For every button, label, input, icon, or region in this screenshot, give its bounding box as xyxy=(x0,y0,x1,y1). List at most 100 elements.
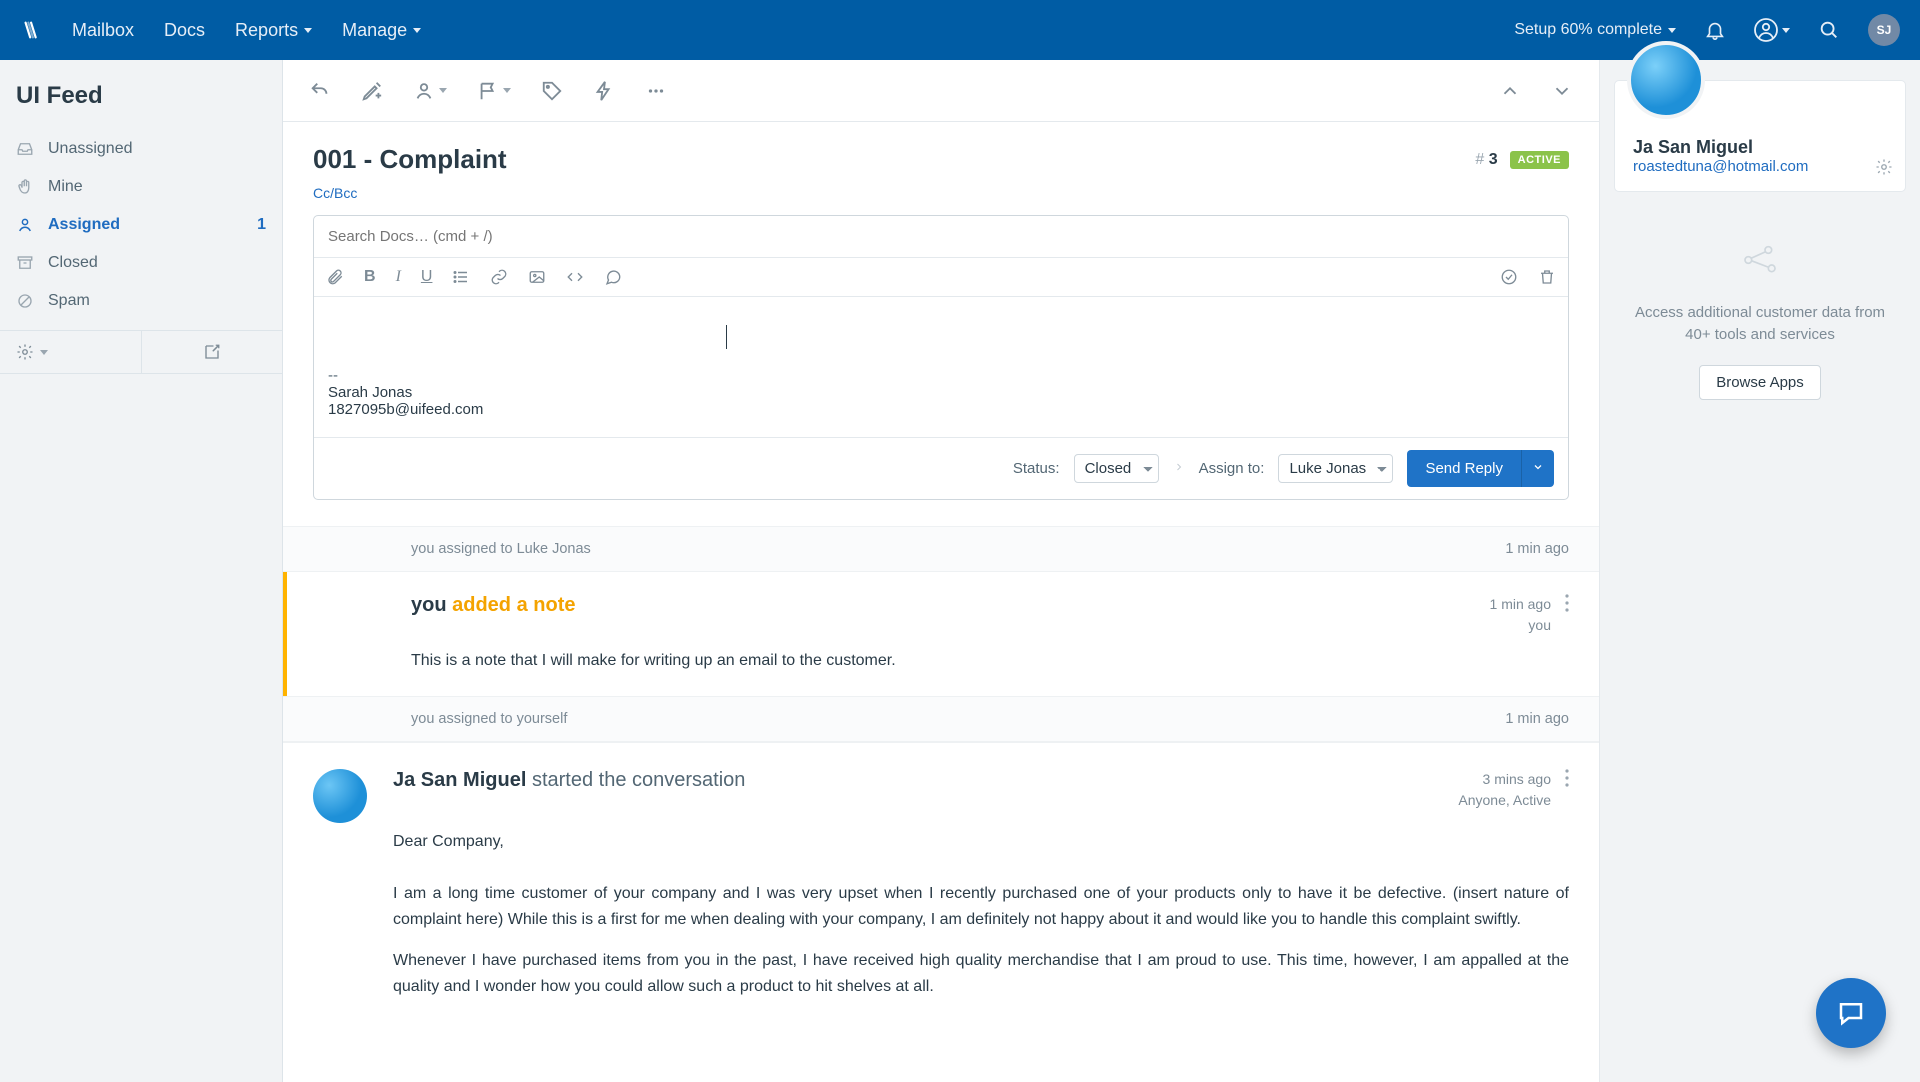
people-icon[interactable] xyxy=(1754,18,1790,42)
flag-icon xyxy=(477,80,499,102)
trash-icon xyxy=(1538,268,1556,286)
sidebar-compose-button[interactable] xyxy=(142,331,283,373)
chevron-down-icon xyxy=(40,350,48,355)
note-menu-button[interactable] xyxy=(1565,594,1569,615)
back-button[interactable] xyxy=(309,80,331,102)
image-button[interactable] xyxy=(528,268,546,286)
docs-search-input[interactable] xyxy=(314,216,1568,257)
integrations-icon xyxy=(1740,242,1780,278)
emoji-button[interactable] xyxy=(604,268,622,286)
discard-button[interactable] xyxy=(1538,268,1556,286)
chevron-up-icon xyxy=(1499,80,1521,102)
message-paragraph: Whenever I have purchased items from you… xyxy=(393,948,1569,999)
hand-icon xyxy=(16,178,34,196)
message-menu-button[interactable] xyxy=(1565,769,1569,811)
status-select[interactable]: Closed xyxy=(1074,454,1159,483)
assign-button[interactable] xyxy=(413,80,447,102)
assign-select[interactable]: Luke Jonas xyxy=(1278,454,1393,483)
top-nav: Mailbox Docs Reports Manage Setup 60% co… xyxy=(0,0,1920,60)
send-reply-menu[interactable] xyxy=(1521,450,1554,487)
note-button[interactable] xyxy=(361,80,383,102)
dots-vertical-icon xyxy=(1565,594,1569,612)
customer-avatar xyxy=(313,769,367,823)
sidebar-item-assigned[interactable]: Assigned 1 xyxy=(0,206,282,244)
gear-icon xyxy=(1875,158,1893,176)
archive-icon xyxy=(16,254,34,272)
link-icon xyxy=(490,268,508,286)
customer-card: Ja San Miguel roastedtuna@hotmail.com xyxy=(1614,80,1906,192)
next-button[interactable] xyxy=(1551,80,1573,102)
nav-manage[interactable]: Manage xyxy=(342,20,421,41)
message-title: Ja San Miguel started the conversation xyxy=(393,769,745,811)
pencil-plus-icon xyxy=(361,80,383,102)
sidebar-settings-button[interactable] xyxy=(0,331,142,373)
activity-row-assigned: you assigned to Luke Jonas 1 min ago xyxy=(283,526,1599,572)
ccbcc-toggle[interactable]: Cc/Bcc xyxy=(313,185,1569,201)
timestamp: 1 min ago xyxy=(1505,711,1569,727)
sidebar-item-unassigned[interactable]: Unassigned xyxy=(0,130,282,168)
user-avatar[interactable]: SJ xyxy=(1868,14,1900,46)
assign-label: Assign to: xyxy=(1199,460,1265,477)
note-title: you added a note xyxy=(411,594,575,617)
sidebar-item-mine[interactable]: Mine xyxy=(0,168,282,206)
message-paragraph: I am a long time customer of your compan… xyxy=(393,881,1569,932)
italic-icon: I xyxy=(396,268,401,286)
paperclip-icon xyxy=(326,268,344,286)
message-greeting: Dear Company, xyxy=(393,833,1569,851)
code-button[interactable] xyxy=(566,268,584,286)
note-body: This is a note that I will make for writ… xyxy=(411,652,1569,670)
app-logo[interactable] xyxy=(20,18,44,42)
lightning-icon xyxy=(593,80,615,102)
customer-avatar-large xyxy=(1627,41,1705,119)
approve-button[interactable] xyxy=(1500,268,1518,286)
chevron-down-icon xyxy=(503,88,511,93)
nav-mailbox[interactable]: Mailbox xyxy=(72,20,134,41)
underline-icon: U xyxy=(421,268,433,286)
customer-email[interactable]: roastedtuna@hotmail.com xyxy=(1633,158,1808,175)
customer-settings-button[interactable] xyxy=(1875,158,1893,179)
underline-button[interactable]: U xyxy=(421,268,433,286)
status-badge: ACTIVE xyxy=(1510,151,1569,169)
workflow-button[interactable] xyxy=(593,80,615,102)
editor-body[interactable]: -- Sarah Jonas 1827095b@uifeed.com xyxy=(314,297,1568,437)
link-button[interactable] xyxy=(490,268,508,286)
prev-button[interactable] xyxy=(1499,80,1521,102)
more-button[interactable] xyxy=(645,80,667,102)
message-item: Ja San Miguel started the conversation 3… xyxy=(283,742,1599,999)
code-icon xyxy=(566,268,584,286)
browse-apps-button[interactable]: Browse Apps xyxy=(1699,365,1821,400)
attach-button[interactable] xyxy=(326,268,344,286)
undo-icon xyxy=(309,80,331,102)
search-icon[interactable] xyxy=(1818,19,1840,41)
setup-progress[interactable]: Setup 60% complete xyxy=(1514,21,1676,39)
chat-icon xyxy=(1836,998,1866,1028)
send-reply-button[interactable]: Send Reply xyxy=(1407,450,1521,487)
mailbox-title: UI Feed xyxy=(0,60,282,130)
inbox-icon xyxy=(16,140,34,158)
person-icon xyxy=(413,80,435,102)
chevron-right-icon xyxy=(1173,460,1185,477)
italic-button[interactable]: I xyxy=(396,268,401,286)
chat-icon xyxy=(604,268,622,286)
sidebar-item-spam[interactable]: Spam xyxy=(0,282,282,320)
bold-button[interactable]: B xyxy=(364,268,376,286)
dots-icon xyxy=(645,80,667,102)
chevron-down-icon xyxy=(1551,80,1573,102)
help-fab[interactable] xyxy=(1816,978,1886,1048)
nav-reports[interactable]: Reports xyxy=(235,20,312,41)
notifications-icon[interactable] xyxy=(1704,19,1726,41)
conversation-toolbar xyxy=(283,60,1599,122)
chevron-down-icon xyxy=(413,28,421,33)
chevron-down-icon xyxy=(1782,28,1790,33)
dots-vertical-icon xyxy=(1565,769,1569,787)
customer-panel: Ja San Miguel roastedtuna@hotmail.com Ac… xyxy=(1600,60,1920,1082)
nav-docs[interactable]: Docs xyxy=(164,20,205,41)
sidebar-count: 1 xyxy=(257,216,266,234)
signature: -- Sarah Jonas 1827095b@uifeed.com xyxy=(328,367,1554,418)
sidebar-item-closed[interactable]: Closed xyxy=(0,244,282,282)
customer-name: Ja San Miguel xyxy=(1633,137,1887,158)
list-button[interactable] xyxy=(452,268,470,286)
status-button[interactable] xyxy=(477,80,511,102)
apps-promo: Access additional customer data from 40+… xyxy=(1600,192,1920,400)
tag-button[interactable] xyxy=(541,80,563,102)
